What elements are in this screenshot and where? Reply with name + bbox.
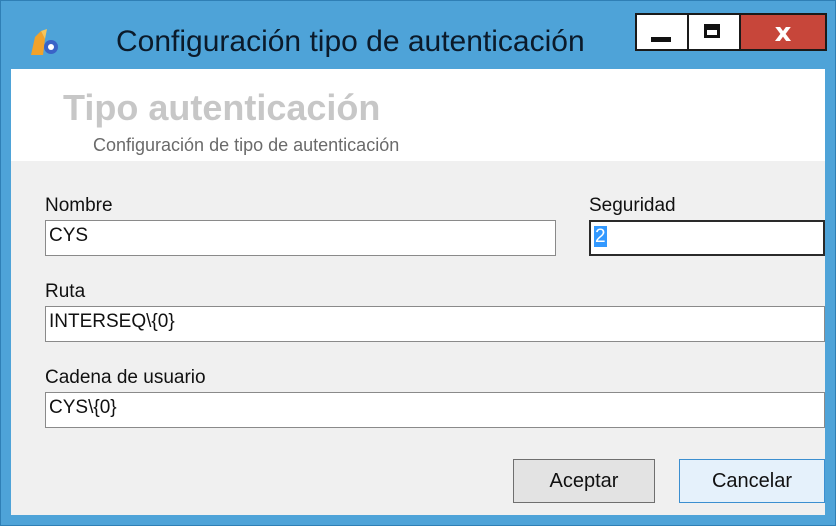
ruta-value: INTERSEQ\{0} (49, 311, 175, 332)
accept-button[interactable]: Aceptar (513, 459, 655, 503)
seguridad-label: Seguridad (589, 195, 676, 216)
minimize-button[interactable] (635, 13, 689, 51)
page-subtitle: Configuración de tipo de autenticación (93, 135, 400, 155)
close-button[interactable]: x (739, 13, 827, 51)
page-title: Tipo autenticación (63, 87, 381, 128)
title-bar[interactable]: Configuración tipo de autenticación x (1, 1, 835, 69)
nombre-value: CYS (49, 225, 89, 246)
dialog-body: Tipo autenticación Configuración de tipo… (11, 69, 825, 515)
minimize-icon (651, 37, 671, 42)
seguridad-input[interactable]: 2 (589, 220, 825, 256)
ruta-input[interactable]: INTERSEQ\{0} (45, 306, 825, 342)
nombre-input[interactable]: CYS (45, 220, 556, 256)
close-icon: x (774, 18, 792, 48)
cancel-button[interactable]: Cancelar (679, 459, 825, 503)
cadena-value: CYS\{0} (49, 397, 117, 418)
nombre-label: Nombre (45, 195, 113, 216)
maximize-button[interactable] (687, 13, 741, 51)
maximize-icon (704, 24, 720, 38)
dialog-window: Configuración tipo de autenticación x Ti… (0, 0, 836, 526)
window-title: Configuración tipo de autenticación (116, 25, 585, 58)
cadena-input[interactable]: CYS\{0} (45, 392, 825, 428)
seguridad-value: 2 (594, 226, 607, 247)
ruta-label: Ruta (45, 281, 86, 302)
app-icon (31, 29, 58, 55)
header-band: Tipo autenticación Configuración de tipo… (11, 69, 825, 161)
cadena-label: Cadena de usuario (45, 367, 206, 388)
